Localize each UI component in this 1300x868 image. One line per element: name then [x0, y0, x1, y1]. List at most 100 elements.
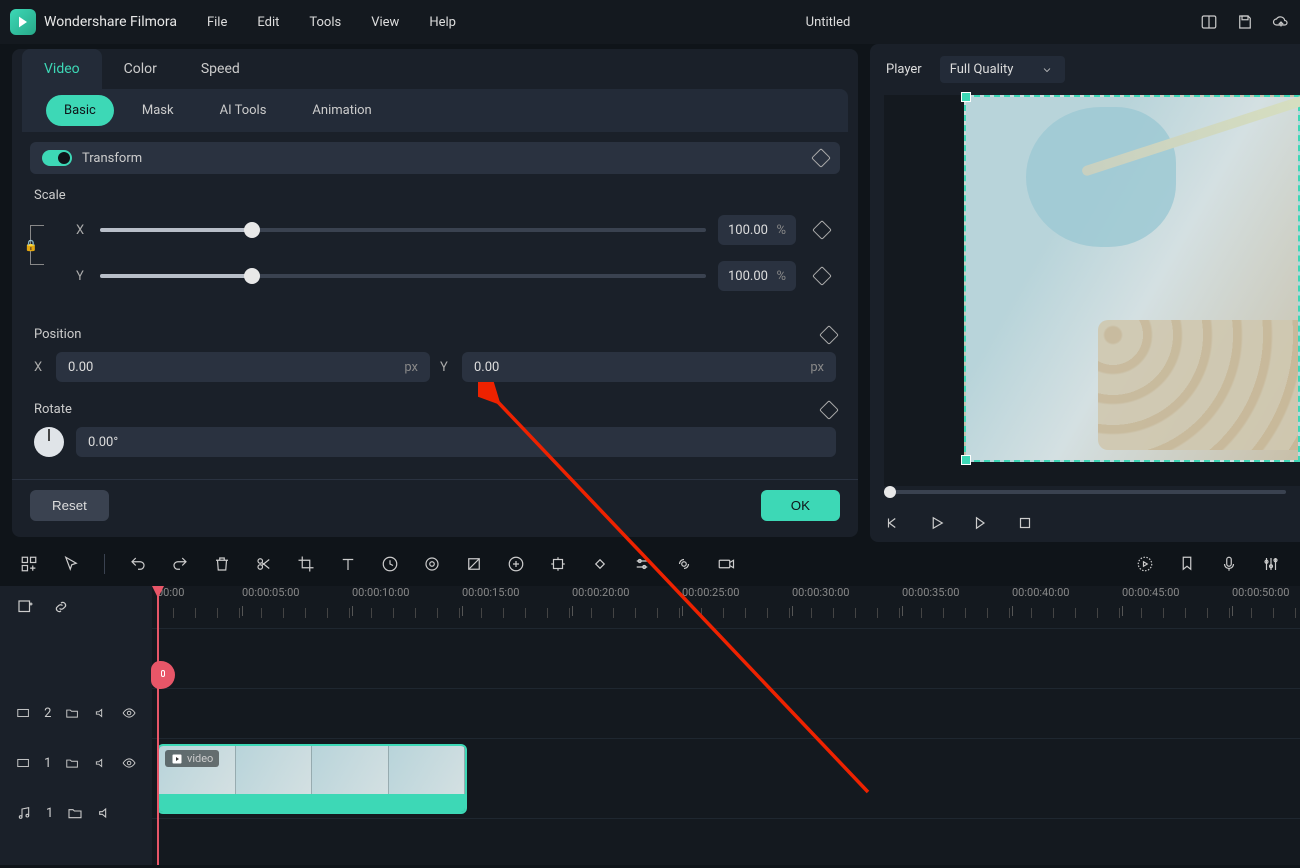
player-seekbar[interactable]	[870, 486, 1300, 500]
resize-handle[interactable]	[961, 455, 971, 465]
preview-render-icon[interactable]	[1136, 555, 1154, 573]
tab-video[interactable]: Video	[22, 49, 102, 89]
scale-x-slider[interactable]	[100, 228, 706, 232]
adjust-icon[interactable]	[633, 555, 651, 573]
stop-icon[interactable]	[1016, 514, 1034, 532]
save-icon[interactable]	[1236, 13, 1254, 31]
track-add-icon[interactable]	[16, 598, 34, 616]
text-icon[interactable]	[339, 555, 357, 573]
tab-speed[interactable]: Speed	[179, 49, 262, 89]
scale-x-value[interactable]: 100.00 %	[718, 215, 796, 245]
marker-icon[interactable]	[507, 555, 525, 573]
keyframe-scale-x-icon[interactable]	[812, 220, 832, 240]
rotate-label: Rotate	[34, 402, 72, 417]
document-title: Untitled	[456, 15, 1200, 30]
lock-icon[interactable]: 🔒	[24, 239, 38, 252]
keyframe-icon[interactable]	[591, 555, 609, 573]
redo-icon[interactable]	[171, 555, 189, 573]
video-track-1-header[interactable]: 1	[0, 738, 152, 788]
mixer-icon[interactable]	[1262, 555, 1280, 573]
transform-toggle[interactable]	[42, 150, 72, 166]
subtab-ai-tools[interactable]: AI Tools	[202, 95, 285, 126]
player-viewport[interactable]	[884, 95, 1300, 486]
menu-view[interactable]: View	[371, 15, 399, 30]
audio-track-1-header[interactable]: 1	[0, 788, 152, 838]
render-icon[interactable]	[717, 555, 735, 573]
cloud-upload-icon[interactable]	[1272, 13, 1290, 31]
position-y-input[interactable]: 0.00px	[462, 352, 836, 382]
video-track-icon	[16, 755, 30, 771]
pos-y-axis: Y	[440, 360, 452, 375]
prev-frame-icon[interactable]	[884, 514, 902, 532]
keyframe-transform-icon[interactable]	[811, 148, 831, 168]
video-track-1-lane[interactable]: video	[152, 738, 1300, 818]
split-icon[interactable]	[255, 555, 273, 573]
undo-icon[interactable]	[129, 555, 147, 573]
mute-icon[interactable]	[94, 705, 108, 721]
reset-button[interactable]: Reset	[30, 490, 109, 521]
playhead[interactable]	[157, 586, 159, 865]
keyframe-rotate-icon[interactable]	[819, 400, 839, 420]
folder-icon[interactable]	[67, 805, 83, 821]
quality-dropdown[interactable]: Full Quality	[940, 56, 1066, 83]
tab-color[interactable]: Color	[102, 49, 179, 89]
delete-icon[interactable]	[213, 555, 231, 573]
title-bar: Wondershare Filmora File Edit Tools View…	[0, 0, 1300, 44]
layout-icon[interactable]	[1200, 13, 1218, 31]
scale-y-value[interactable]: 100.00 %	[718, 261, 796, 291]
menu-help[interactable]: Help	[429, 15, 456, 30]
video-clip[interactable]: video	[157, 744, 467, 814]
transform-title: Transform	[82, 151, 142, 166]
timeline-toolbar	[0, 542, 1300, 586]
subtab-animation[interactable]: Animation	[294, 95, 389, 126]
resize-handle[interactable]	[961, 92, 971, 102]
position-x-input[interactable]: 0.00px	[56, 352, 430, 382]
audio-icon[interactable]	[675, 555, 693, 573]
video-track-2-lane[interactable]	[152, 688, 1300, 738]
eye-icon[interactable]	[122, 705, 136, 721]
inspector-panel: Video Color Speed Basic Mask AI Tools An…	[12, 49, 858, 537]
video-frame[interactable]	[964, 95, 1300, 462]
effects-icon[interactable]	[465, 555, 483, 573]
track-headers: 2 1 1	[0, 586, 152, 865]
speed-icon[interactable]	[381, 555, 399, 573]
menu-bar: File Edit Tools View Help	[207, 15, 456, 30]
folder-icon[interactable]	[65, 755, 79, 771]
ok-button[interactable]: OK	[761, 490, 840, 521]
add-media-icon[interactable]	[20, 555, 38, 573]
audio-track-1-lane[interactable]	[152, 818, 1300, 868]
mute-icon[interactable]	[97, 805, 113, 821]
menu-file[interactable]: File	[207, 15, 227, 30]
snap-icon[interactable]	[549, 555, 567, 573]
mute-icon[interactable]	[94, 755, 108, 771]
scale-label: Scale	[34, 188, 836, 203]
rotate-input[interactable]: 0.00°	[76, 427, 836, 457]
folder-icon[interactable]	[65, 705, 79, 721]
crop-icon[interactable]	[297, 555, 315, 573]
menu-tools[interactable]: Tools	[309, 15, 341, 30]
rotate-knob[interactable]	[34, 427, 64, 457]
color-icon[interactable]	[423, 555, 441, 573]
keyframe-position-icon[interactable]	[819, 325, 839, 345]
tracks-area[interactable]: 00:00 00:00:05:00 00:00:10:00 00:00:15:0…	[152, 586, 1300, 865]
timeline: 2 1 1 00:00 00:00:05:00 00:00:10:00 00:0…	[0, 586, 1300, 865]
scale-y-slider[interactable]	[100, 274, 706, 278]
microphone-icon[interactable]	[1220, 555, 1238, 573]
subtab-basic[interactable]: Basic	[46, 95, 114, 126]
audio-track-icon	[16, 805, 32, 821]
subtab-mask[interactable]: Mask	[124, 95, 192, 126]
menu-edit[interactable]: Edit	[257, 15, 279, 30]
keyframe-scale-y-icon[interactable]	[812, 266, 832, 286]
video-track-2-header[interactable]: 2	[0, 688, 152, 738]
eye-icon[interactable]	[122, 755, 136, 771]
play-icon[interactable]	[928, 514, 946, 532]
pos-x-axis: X	[34, 360, 46, 375]
player-panel: Player Full Quality	[870, 44, 1300, 542]
track-link-icon[interactable]	[52, 598, 70, 616]
marker-add-icon[interactable]	[1178, 555, 1196, 573]
video-content	[1026, 107, 1176, 247]
timeline-ruler[interactable]: 00:00 00:00:05:00 00:00:10:00 00:00:15:0…	[152, 586, 1300, 628]
player-title: Player	[886, 62, 922, 77]
play-forward-icon[interactable]	[972, 514, 990, 532]
cursor-icon[interactable]	[62, 555, 80, 573]
